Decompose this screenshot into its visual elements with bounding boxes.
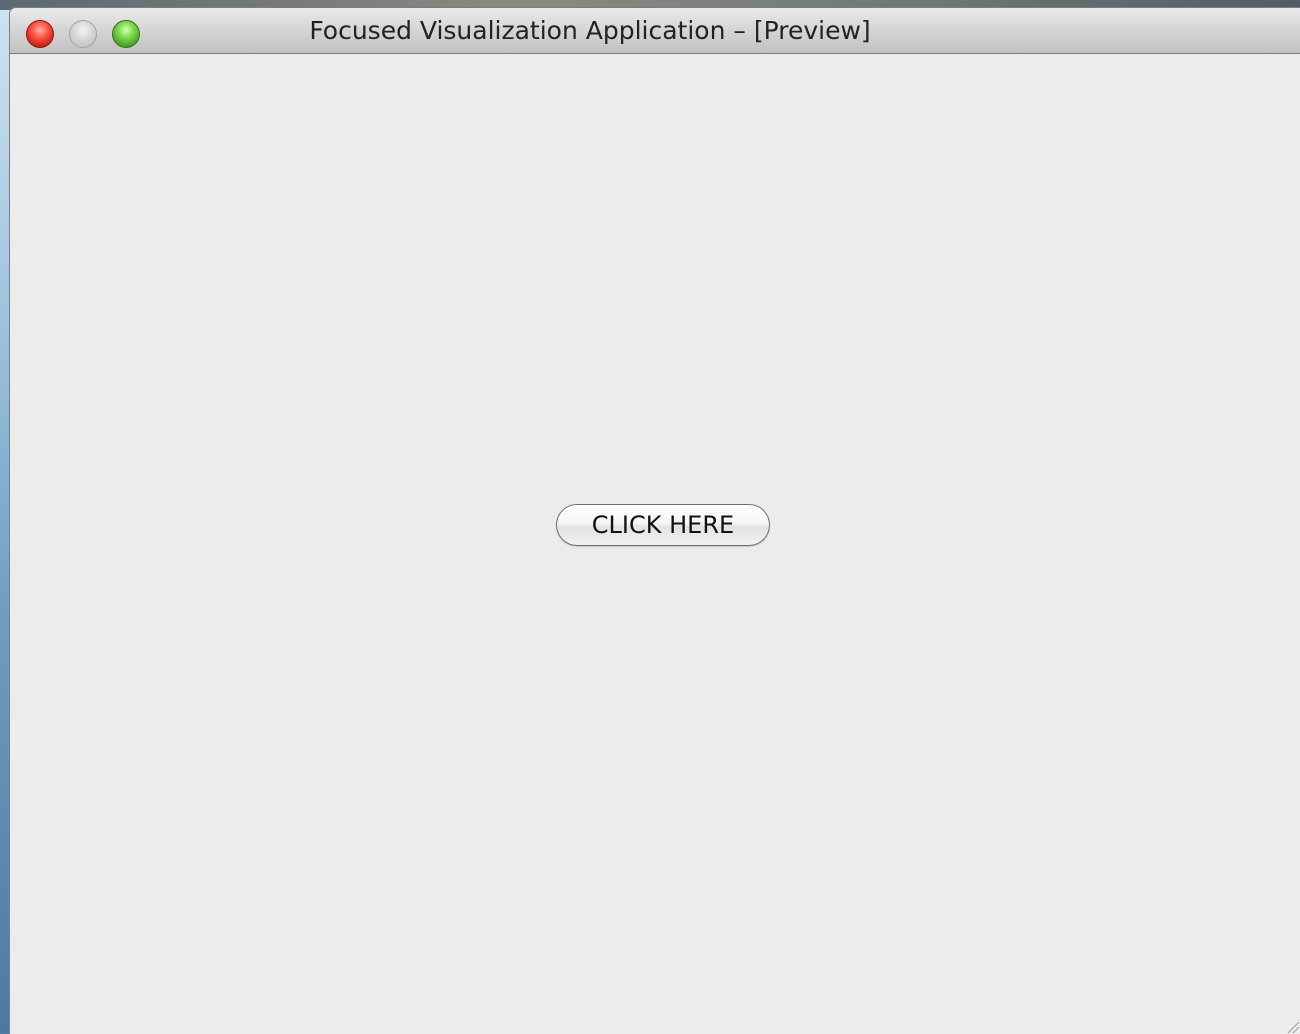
window-content: CLICK HERE: [10, 54, 1300, 1034]
window-title: Focused Visualization Application – [Pre…: [309, 16, 871, 45]
resize-grip-icon[interactable]: [1286, 1020, 1300, 1034]
window-titlebar[interactable]: Focused Visualization Application – [Pre…: [10, 8, 1300, 54]
app-window: Focused Visualization Application – [Pre…: [10, 8, 1300, 1034]
click-here-button[interactable]: CLICK HERE: [556, 504, 770, 546]
